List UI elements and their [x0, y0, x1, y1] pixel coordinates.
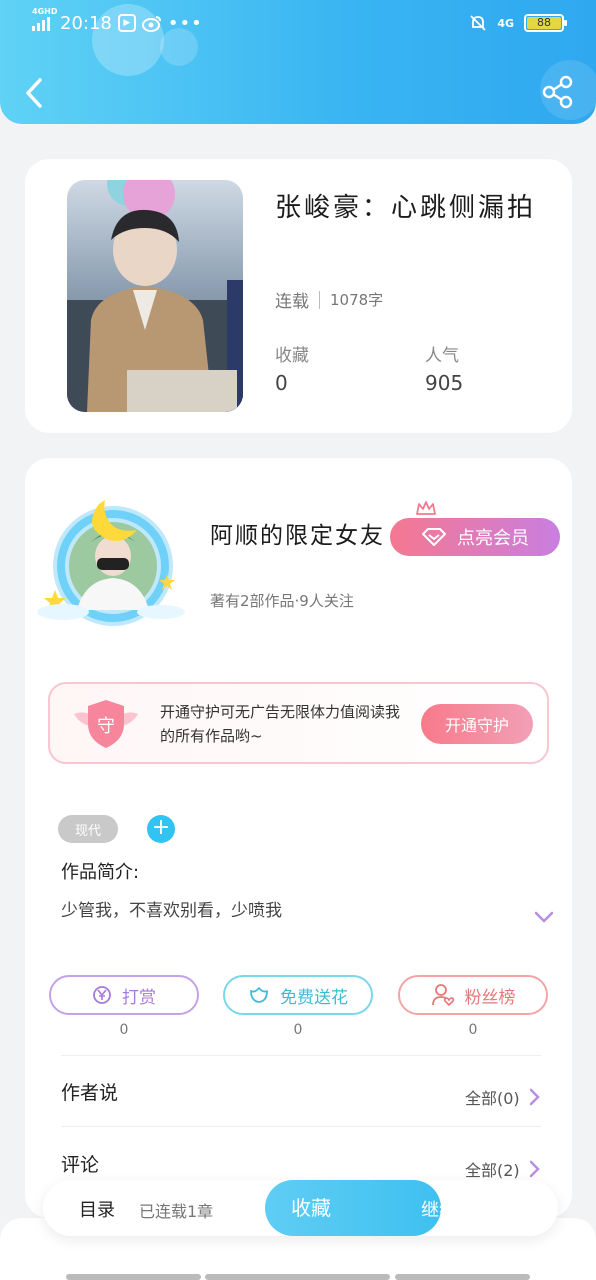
- chevron-right-icon: [529, 1160, 540, 1178]
- reward-count: 0: [119, 1022, 129, 1038]
- comments-label: 评论: [61, 1154, 100, 1176]
- intro-text: 少管我，不喜欢别看，少喷我: [61, 901, 282, 921]
- guard-promo: 守 开通守护可无广告无限体力值阅读我的所有作品哟~ 开通守护: [48, 682, 549, 764]
- guard-text: 开通守护可无广告无限体力值阅读我的所有作品哟~: [160, 703, 401, 745]
- clock: 20:18: [60, 12, 112, 34]
- back-icon[interactable]: [18, 74, 50, 112]
- flower-count: 0: [293, 1022, 303, 1038]
- comments-all-label: 全部(2): [465, 1161, 520, 1180]
- toc-button[interactable]: 目录: [79, 1196, 115, 1222]
- scroll-indicator: [66, 1274, 201, 1280]
- book-meta: 连载 1078字: [275, 287, 383, 312]
- author-name[interactable]: 阿顺的限定女友: [210, 516, 385, 550]
- share-icon[interactable]: [540, 74, 576, 110]
- battery-icon: 88: [524, 14, 567, 32]
- comments-all-link[interactable]: 全部(2): [465, 1157, 540, 1181]
- popularity-value: 905: [425, 371, 464, 395]
- send-flower-label: 免费送花: [280, 987, 348, 1008]
- network-4g-label: 4G: [497, 16, 514, 30]
- guard-shield-icon: 守: [74, 700, 138, 748]
- guard-button[interactable]: 开通守护: [421, 704, 533, 744]
- book-info-card: 张峻豪：心跳侧漏拍 连载 1078字 收藏 0 人气 905: [25, 159, 572, 433]
- author-stats: 著有2部作品·9人关注: [210, 592, 354, 610]
- add-tag-button[interactable]: +: [147, 815, 175, 843]
- mute-icon: [470, 15, 486, 31]
- author-says-all-link[interactable]: 全部(0): [465, 1085, 540, 1109]
- chapter-count: 已连载1章: [139, 1202, 214, 1221]
- vip-button-label: 点亮会员: [457, 528, 529, 549]
- divider: [61, 1126, 541, 1127]
- reward-label: 打赏: [122, 987, 156, 1008]
- author-avatar[interactable]: [29, 470, 197, 638]
- vip-button[interactable]: 点亮会员: [390, 518, 560, 556]
- fans-ranking-button[interactable]: 粉丝榜: [398, 975, 548, 1015]
- continue-reading-button[interactable]: 继续阅读: [421, 1196, 443, 1222]
- fans-ranking-label: 粉丝榜: [464, 987, 516, 1008]
- yen-coin-icon: [93, 986, 111, 1004]
- fans-count: 0: [468, 1022, 478, 1038]
- favorites-label: 收藏: [275, 346, 309, 366]
- more-icon: •••: [167, 12, 203, 34]
- signal-icon: 4GHD: [32, 7, 57, 31]
- network-type: 4GHD: [32, 7, 58, 16]
- author-says-label: 作者说: [61, 1082, 119, 1104]
- book-cover-image[interactable]: [67, 180, 243, 412]
- send-flower-button[interactable]: 免费送花: [223, 975, 373, 1015]
- guard-badge-char: 守: [97, 716, 115, 737]
- favorites-value: 0: [275, 371, 288, 395]
- cover-illustration: [67, 180, 243, 412]
- chevron-down-icon[interactable]: [533, 910, 555, 924]
- header: 4GHD 20:18 ▶ ••• 4G 88: [0, 0, 596, 124]
- flower-icon: [250, 987, 268, 1003]
- status-bar: 4GHD 20:18 ▶ ••• 4G 88: [0, 0, 596, 46]
- book-status: 连载: [275, 292, 309, 312]
- favorite-button[interactable]: 收藏: [265, 1180, 441, 1236]
- bottom-action-bar: 目录 已连载1章 收藏 继续阅读: [43, 1180, 558, 1236]
- meta-divider: [319, 290, 320, 309]
- book-title: 张峻豪：心跳侧漏拍: [275, 193, 537, 223]
- book-word-count: 1078字: [330, 291, 384, 309]
- author-card: 阿顺的限定女友 点亮会员 著有2部作品·9人关注 守 开通守护可无广告无限体力值…: [25, 458, 572, 1218]
- popularity-label: 人气: [425, 346, 459, 366]
- author-says-all-label: 全部(0): [465, 1089, 520, 1108]
- battery-level: 88: [527, 17, 561, 29]
- genre-tag[interactable]: 现代: [58, 815, 118, 843]
- media-app-icon: ▶: [117, 14, 136, 32]
- scroll-indicator: [395, 1274, 530, 1280]
- diamond-icon: [422, 528, 446, 546]
- user-heart-icon: [431, 984, 454, 1006]
- scroll-indicator: [205, 1274, 390, 1280]
- weibo-icon: [141, 16, 161, 32]
- divider: [61, 1055, 541, 1056]
- reward-button[interactable]: 打赏: [49, 975, 199, 1015]
- crown-icon: [416, 501, 436, 515]
- chevron-right-icon: [529, 1088, 540, 1106]
- intro-label: 作品简介:: [61, 862, 140, 883]
